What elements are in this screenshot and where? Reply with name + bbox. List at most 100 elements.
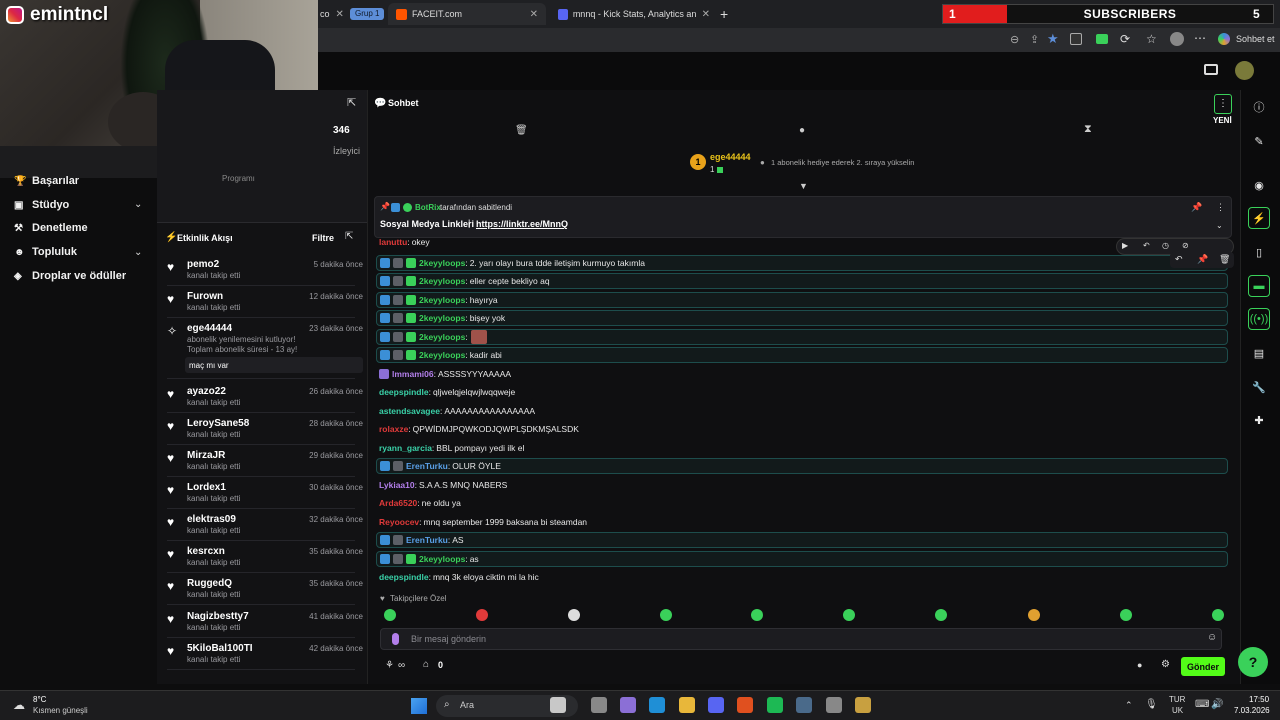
browser-tab-kickstats[interactable]: mnnq - Kick Stats, Analytics and C ✕ xyxy=(550,3,718,25)
chat-message[interactable]: lmmami06: ASSSSYYYAAAAA xyxy=(376,366,1228,382)
chevron-down-icon[interactable]: ⌄ xyxy=(134,247,142,258)
chat-message[interactable]: 2keyyloops: as xyxy=(376,551,1228,567)
reply-icon[interactable]: ↶ xyxy=(1143,241,1150,250)
league-app-icon[interactable] xyxy=(855,697,871,713)
gear-icon[interactable]: ⚙ xyxy=(1161,659,1170,670)
trash-icon[interactable]: 🗑 xyxy=(1219,254,1230,265)
more-icon[interactable]: ⋯ xyxy=(1194,31,1206,45)
browser-tab-faceit[interactable]: FACEIT.com ✕ xyxy=(388,3,546,25)
clock-time[interactable]: 17:50 xyxy=(1249,695,1269,704)
user-avatar[interactable] xyxy=(1235,61,1254,80)
pencil-icon[interactable]: ✎ xyxy=(1248,130,1270,152)
emote-icon[interactable] xyxy=(568,609,580,621)
activity-username[interactable]: 5KiloBal100TI xyxy=(187,643,253,654)
chat-username[interactable]: Lykiaa10 xyxy=(379,480,415,490)
chat-message[interactable]: 2keyyloops:2. yarı olayı bura tdde ileti… xyxy=(376,255,1228,271)
emote-icon[interactable] xyxy=(1120,609,1132,621)
language-bottom[interactable]: UK xyxy=(1172,706,1183,715)
zoom-icon[interactable]: ⊖ xyxy=(1010,33,1019,46)
chat-username[interactable]: lmmami06 xyxy=(392,369,434,379)
nav-item-achievements[interactable]: 🏆 Başarılar xyxy=(14,175,79,187)
copilot-icon[interactable] xyxy=(1218,33,1230,45)
clock-date[interactable]: 7.03.2026 xyxy=(1234,706,1270,715)
chat-username[interactable]: 2keyyloops xyxy=(419,554,465,564)
chat-message[interactable]: ErenTurku: OLUR ÖYLE xyxy=(376,458,1228,474)
chat-username[interactable]: Arda6520 xyxy=(379,498,417,508)
chat-username[interactable]: 2keyyloops xyxy=(419,276,465,286)
copilot-app-icon[interactable] xyxy=(620,697,636,713)
chat-username[interactable]: ryann_garcia xyxy=(379,443,432,453)
chat-username[interactable]: 2keyyloops xyxy=(419,295,465,305)
chat-message[interactable]: ErenTurku: AS xyxy=(376,532,1228,548)
emote-icon[interactable] xyxy=(843,609,855,621)
game-app-icon[interactable] xyxy=(826,697,842,713)
refresh-icon[interactable]: ⟳ xyxy=(1120,32,1130,46)
chevron-up-icon[interactable]: ⌃ xyxy=(1125,700,1133,711)
pinned-link[interactable]: https://linktr.ee/MnnQ xyxy=(476,219,568,229)
chat-icon[interactable]: ● xyxy=(799,125,805,136)
chevron-down-icon[interactable]: ▼ xyxy=(799,181,808,191)
chat-username[interactable]: 2keyyloops xyxy=(419,332,465,342)
chat-message[interactable]: Reyoocev: mnq september 1999 baksana bi s… xyxy=(376,514,1228,530)
activity-username[interactable]: elektras09 xyxy=(187,514,236,525)
brave-app-icon[interactable] xyxy=(737,697,753,713)
chat-menu-button[interactable]: ⋮ xyxy=(1214,94,1232,114)
nav-item-moderation[interactable]: ⚒ Denetleme xyxy=(14,222,88,234)
chat-username[interactable]: deepspindle xyxy=(379,572,429,582)
weather-desc[interactable]: Kısmen güneşli xyxy=(33,706,88,715)
shop-icon[interactable]: ⌂ xyxy=(423,659,429,670)
close-icon[interactable]: ✕ xyxy=(336,9,344,20)
steam-app-icon[interactable] xyxy=(796,697,812,713)
channel-points-icon[interactable]: ⚘ xyxy=(385,660,394,671)
chat-message[interactable]: ryann_garcia: BBL pompayı yedi ilk el xyxy=(376,440,1228,456)
volume-icon[interactable]: 🔊 xyxy=(1211,699,1223,710)
play-icon[interactable]: ▶ xyxy=(1122,241,1128,250)
extension-icon[interactable] xyxy=(1070,33,1082,45)
chat-message[interactable]: 2keyyloops: xyxy=(376,329,1228,345)
tab-group-pill[interactable]: Grup 1 xyxy=(350,8,385,20)
explorer-app-icon[interactable] xyxy=(679,697,695,713)
activity-username[interactable]: Lordex1 xyxy=(187,482,226,493)
activity-username[interactable]: kesrcxn xyxy=(187,546,225,557)
activity-username[interactable]: Nagizbestty7 xyxy=(187,611,249,622)
chat-message[interactable]: lanuttu: okey xyxy=(376,236,1228,248)
chat-message[interactable]: astendsavagee: AAAAAAAAAAAAAAAA xyxy=(376,403,1228,419)
clock-icon[interactable]: ◷ xyxy=(1162,241,1169,250)
reply-icon[interactable]: ↶ xyxy=(1175,254,1183,265)
popout-icon[interactable]: ⇱ xyxy=(347,96,356,109)
microphone-icon[interactable]: 🎙 xyxy=(1145,699,1158,710)
chat-message[interactable]: Lykiaa10: S.A A.S MNQ NABERS xyxy=(376,477,1228,493)
emoji-icon[interactable]: ☺ xyxy=(1207,632,1217,643)
network-icon[interactable]: ⌨ xyxy=(1195,699,1209,710)
lightning-icon[interactable]: ⚡ xyxy=(1248,207,1270,229)
chat-message[interactable]: 2keyyloops: bişey yok xyxy=(376,310,1228,326)
file-app-icon[interactable] xyxy=(591,697,607,713)
chat-message[interactable]: Arda6520: ne oldu ya xyxy=(376,495,1228,511)
kick-extension-icon[interactable] xyxy=(1096,34,1108,44)
chat-message[interactable]: rolaxze: QPWİDMJPQWKODJQWPLŞDKMŞALSDK xyxy=(376,421,1228,437)
help-button[interactable]: ? xyxy=(1238,647,1268,677)
popout-icon[interactable]: ⇱ xyxy=(345,231,353,242)
grid-icon[interactable]: ▤ xyxy=(1248,342,1270,364)
new-tab-button[interactable]: + xyxy=(712,3,736,25)
studio-icon[interactable] xyxy=(1204,64,1218,75)
chat-username[interactable]: lanuttu xyxy=(379,237,407,247)
close-icon[interactable]: ✕ xyxy=(702,9,710,20)
activity-username[interactable]: Furown xyxy=(187,291,223,302)
chat-username[interactable]: ErenTurku xyxy=(406,535,448,545)
notes-app-icon[interactable] xyxy=(550,697,566,713)
chat-input[interactable]: Bir mesaj gönderin ☺ xyxy=(380,628,1222,650)
broadcast-icon[interactable]: ((•)) xyxy=(1248,308,1270,330)
ban-icon[interactable]: ⊘ xyxy=(1182,241,1189,250)
send-button[interactable]: Gönder xyxy=(1181,657,1225,676)
record-icon[interactable]: ◉ xyxy=(1248,174,1270,196)
emote-icon[interactable] xyxy=(751,609,763,621)
unpin-icon[interactable]: 📌 xyxy=(1191,202,1202,213)
chat-username[interactable]: rolaxze xyxy=(379,424,408,434)
puzzle-icon[interactable]: ✚ xyxy=(1248,409,1270,431)
discord-app-icon[interactable] xyxy=(708,697,724,713)
language-top[interactable]: TUR xyxy=(1169,695,1185,704)
close-icon[interactable]: ✕ xyxy=(530,9,538,20)
trash-icon[interactable]: 🗑 xyxy=(515,125,528,136)
wrench-icon[interactable]: 🔧 xyxy=(1248,376,1270,398)
